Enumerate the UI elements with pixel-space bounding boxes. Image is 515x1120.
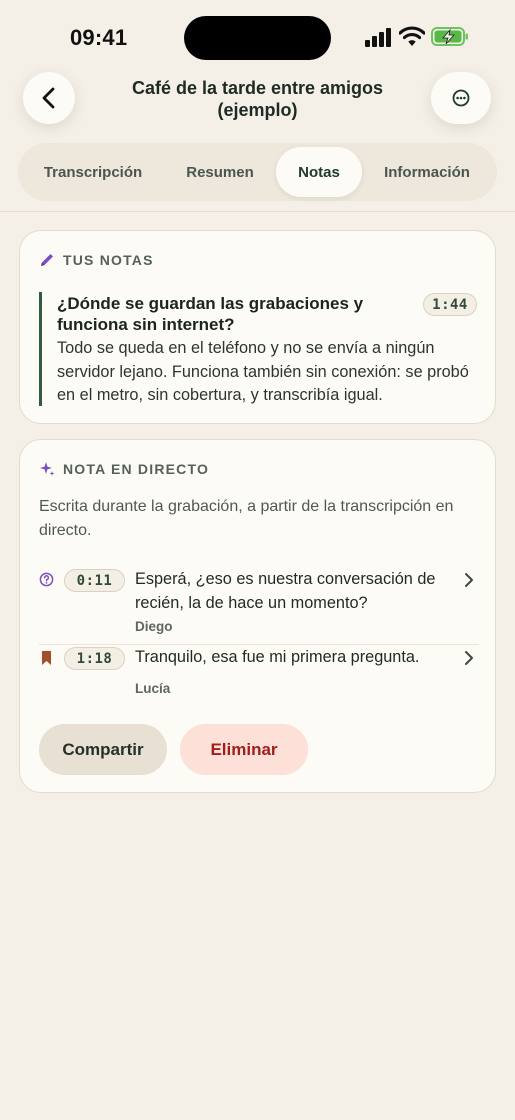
live-note-entry[interactable]: 0:11 Esperá, ¿eso es nuestra conversació… [39, 568, 479, 644]
live-note-header: NOTA EN DIRECTO [39, 460, 209, 478]
entry-timestamp-badge[interactable]: 1:18 [64, 647, 125, 670]
entry-timestamp-badge[interactable]: 0:11 [64, 569, 125, 592]
header-divider [0, 211, 515, 212]
tab-informacion[interactable]: Información [368, 147, 486, 197]
page-title-line2: (ejemplo) [217, 100, 298, 120]
tab-resumen[interactable]: Resumen [168, 147, 272, 197]
more-options-button[interactable] [431, 72, 491, 124]
page-title-line1: Café de la tarde entre amigos [131, 78, 384, 98]
your-notes-label: TUS NOTAS [63, 252, 154, 268]
dynamic-island [184, 16, 331, 60]
bookmark-icon [42, 651, 51, 665]
live-note-label: NOTA EN DIRECTO [63, 461, 210, 477]
your-notes-header: TUS NOTAS [39, 251, 154, 269]
live-note-entry[interactable]: 1:18 Tranquilo, esa fue mi primera pregu… [39, 646, 479, 706]
entry-text: Tranquilo, esa fue mi primera pregunta. [135, 648, 420, 666]
entry-speaker: Lucía [135, 681, 171, 696]
note-item[interactable]: ¿Dónde se guardan las grabaciones y func… [39, 292, 479, 406]
ellipsis-circle-icon [452, 89, 470, 107]
wifi-icon [399, 26, 425, 46]
live-note-description: Escrita durante la grabación, a partir d… [39, 498, 454, 539]
chevron-left-icon [42, 87, 55, 109]
back-button[interactable] [23, 72, 75, 124]
tab-transcripcion[interactable]: Transcripción [24, 147, 162, 197]
status-time: 09:41 [70, 25, 128, 50]
question-circle-icon [39, 572, 54, 587]
sparkle-icon [40, 462, 55, 476]
note-body: Todo se queda en el teléfono y no se env… [57, 339, 469, 404]
battery-charging-icon [431, 27, 468, 46]
delete-button[interactable]: Eliminar [180, 724, 308, 775]
status-icons [364, 26, 474, 50]
share-button[interactable]: Compartir [39, 724, 167, 775]
note-timestamp-badge[interactable]: 1:44 [423, 293, 477, 316]
signal-icon [365, 28, 391, 47]
tab-notas[interactable]: Notas [276, 147, 362, 197]
chevron-right-icon [465, 651, 473, 665]
chevron-right-icon [465, 573, 473, 587]
status-bar: 09:41 [0, 0, 515, 70]
your-notes-card: TUS NOTAS ¿Dónde se guardan las grabacio… [19, 230, 496, 424]
entry-divider [39, 644, 479, 645]
page-title: Café de la tarde entre amigos (ejemplo) [100, 77, 415, 121]
entry-speaker: Diego [135, 619, 173, 634]
tab-bar: Transcripción Resumen Notas Información [18, 143, 497, 201]
pencil-icon [41, 254, 53, 266]
note-title: ¿Dónde se guardan las grabaciones y func… [57, 294, 364, 334]
entry-text: Esperá, ¿eso es nuestra conversación de … [135, 570, 436, 612]
live-note-card: NOTA EN DIRECTO Escrita durante la graba… [19, 439, 496, 793]
